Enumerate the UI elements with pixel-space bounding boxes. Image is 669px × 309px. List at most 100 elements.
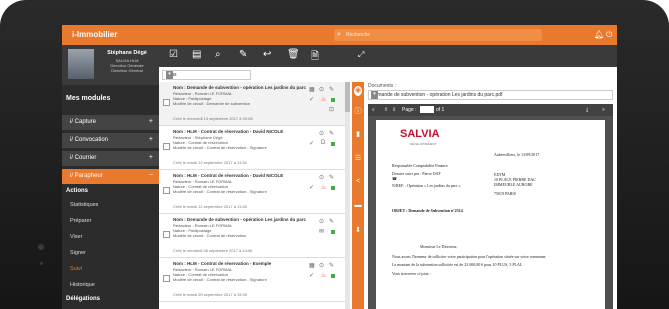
letter-paragraph-3: Vous trouverez ci-joint :	[392, 271, 431, 276]
filter-select[interactable]: Tous ▾	[162, 70, 251, 80]
minus-icon: −	[148, 172, 153, 179]
info-icon[interactable]: ⓘ	[354, 106, 362, 116]
list-scrollbar[interactable]	[345, 82, 350, 309]
eye-icon[interactable]: ◉	[354, 86, 362, 96]
search-icon[interactable]: ⌕	[372, 107, 375, 113]
module-label: i/ Capture	[70, 119, 97, 125]
letter-paragraph-1: Nous avons l'honneur de solliciter votre…	[392, 254, 547, 259]
list-item[interactable]: Nom : HLM - Contrat de réservation - Exe…	[159, 258, 345, 302]
item-checkbox[interactable]	[163, 187, 170, 194]
sensor-dot	[40, 262, 43, 265]
search-box[interactable]: ⌕ Recherche	[334, 29, 542, 41]
signature-icon: ✓	[309, 273, 315, 279]
app-brand[interactable]: i-Immobilier	[72, 30, 117, 39]
item-date: Créé le mardi 05 septembre 2017 à 15:05	[173, 292, 248, 297]
item-date: Créé le vendredi 08 septembre 2017 à 14:…	[173, 248, 253, 253]
pdf-canvas[interactable]: SALVIA DÉVELOPPEMENT Aubervilliers, le 1…	[368, 116, 613, 309]
chat-icon[interactable]: ▬	[354, 202, 362, 212]
item-title: Nom : HLM - Contrat de réservation - Exe…	[173, 261, 272, 266]
down-arrow-icon[interactable]: ⇩	[392, 107, 396, 113]
notification-icon[interactable]: 🔔︎	[594, 30, 604, 39]
pen-icon: D	[321, 140, 326, 146]
status-green-icon	[331, 230, 335, 234]
delete-icon[interactable]: 🗑︎	[287, 49, 300, 60]
letter-line-1: Responsable Comptabilité Finance	[392, 163, 448, 168]
module-label: i/ Courrier	[70, 155, 97, 161]
action-viser[interactable]: Viser	[70, 234, 82, 240]
search-icon[interactable]: ⌕	[215, 49, 221, 60]
avatar[interactable]	[68, 49, 94, 79]
item-circuit: Modèle de circuit : Contrat de réservati…	[173, 277, 267, 282]
file-icon[interactable]: ▮	[354, 130, 362, 140]
action-preparer[interactable]: Préparer	[70, 218, 91, 224]
letter-addr-3: IMMEUBLE AURORE	[494, 182, 533, 187]
status-green-icon	[331, 274, 335, 278]
share-icon[interactable]: <	[354, 178, 362, 188]
list-item[interactable]: Nom : HLM - Contrat de réservation - Dav…	[159, 126, 345, 170]
user-panel: Stéphane Dégé SALVIA HLM Direction Génér…	[62, 45, 159, 85]
up-arrow-icon[interactable]: ⇧	[384, 107, 388, 113]
pencil-icon: ✎	[329, 131, 335, 137]
module-convocation[interactable]: i/ Convocation +	[62, 133, 159, 148]
salvia-logo: SALVIA	[400, 128, 440, 140]
download-icon[interactable]: ⤓	[586, 107, 588, 113]
action-statistiques[interactable]: Statistiques	[70, 202, 98, 208]
item-checkbox[interactable]	[163, 99, 170, 106]
module-capture[interactable]: i/ Capture +	[62, 115, 159, 130]
tag-icon: ♨	[321, 97, 327, 103]
modules-title: Mes modules	[66, 95, 111, 102]
list-view-icon[interactable]: ▤	[192, 49, 201, 60]
chevron-down-icon: ▾	[166, 71, 173, 79]
item-date: Créé le mardi 12 septembre 2017 à 11:35	[173, 160, 247, 165]
sidebar: Stéphane Dégé SALVIA HLM Direction Génér…	[62, 45, 159, 309]
letter-objet: OBJET : Demande de Subvention n°2314	[392, 208, 463, 213]
page-input[interactable]	[420, 106, 434, 113]
lock-icon: ⊙	[319, 263, 325, 269]
item-checkbox[interactable]	[163, 275, 170, 282]
camera-dot	[38, 244, 44, 250]
item-circuit: Modèle de circuit : Contrat de réservati…	[173, 189, 267, 194]
item-title: Nom : HLM - Contrat de réservation - Dav…	[173, 129, 284, 134]
document-select[interactable]: Demande de subvention - opération Les ja…	[368, 90, 613, 100]
letter-line-4: N/REF. : Opération « Les jardins du parc…	[392, 183, 461, 188]
signature-icon: ✓	[309, 97, 315, 103]
document-icon[interactable]: 🗎	[311, 49, 319, 66]
list-item[interactable]: Nom : Demande de subvention - opération …	[159, 82, 345, 126]
search-placeholder: Recherche	[346, 32, 371, 38]
action-signer[interactable]: Signer	[70, 250, 86, 256]
more-icon[interactable]: »	[602, 107, 605, 113]
item-circuit: Modèle de circuit : Contrat de réservati…	[173, 145, 267, 150]
item-checkbox[interactable]	[163, 143, 170, 150]
action-suivi[interactable]: Suivi	[70, 266, 82, 272]
list-icon[interactable]: ☰	[354, 154, 362, 164]
user-role-2: Directeur Général	[111, 68, 143, 73]
scrollbar-thumb[interactable]	[345, 82, 350, 112]
item-circuit: Modèle de circuit : Contrat de réservati…	[173, 233, 247, 238]
select-all-icon[interactable]: ☑	[169, 49, 178, 60]
pencil-icon: ✎	[329, 87, 335, 93]
item-checkbox[interactable]	[163, 231, 170, 238]
sign-icon[interactable]: ✎	[239, 49, 247, 60]
download-icon[interactable]: ⬇	[354, 226, 362, 236]
pdf-page: SALVIA DÉVELOPPEMENT Aubervilliers, le 1…	[376, 120, 605, 309]
item-title: Nom : Demande de subvention - opération …	[173, 85, 307, 90]
item-date: Créé le mercredi 13 septembre 2017 à 09:…	[173, 116, 253, 121]
stamp-icon: ⊡	[329, 107, 335, 113]
action-historique[interactable]: Historique	[70, 282, 95, 288]
module-label: i/ Parapheur	[70, 173, 103, 179]
letter-line-2: Dossier suivi par : Pierre DAF	[392, 171, 441, 176]
module-courrier[interactable]: i/ Courrier +	[62, 151, 159, 166]
list-item[interactable]: Nom : HLM - Contrat de réservation - Dav…	[159, 170, 345, 214]
salvia-logo-sub: DÉVELOPPEMENT	[410, 142, 437, 146]
power-icon[interactable]: ⏻	[606, 30, 612, 40]
module-parapheur[interactable]: i/ Parapheur −	[62, 169, 159, 184]
list-item[interactable]: Nom : Demande de subvention - opération …	[159, 214, 345, 258]
viewer-toolbar: ⤢	[352, 45, 617, 67]
item-date: Créé le mardi 12 septembre 2017 à 11:28	[173, 204, 247, 209]
return-icon[interactable]: ↩	[263, 49, 271, 60]
status-green-icon	[331, 186, 335, 190]
pencil-icon: ✎	[329, 219, 335, 225]
expand-icon[interactable]: ⤢	[358, 50, 364, 60]
search-icon: ⌕	[337, 31, 341, 38]
status-green-icon	[331, 98, 335, 102]
